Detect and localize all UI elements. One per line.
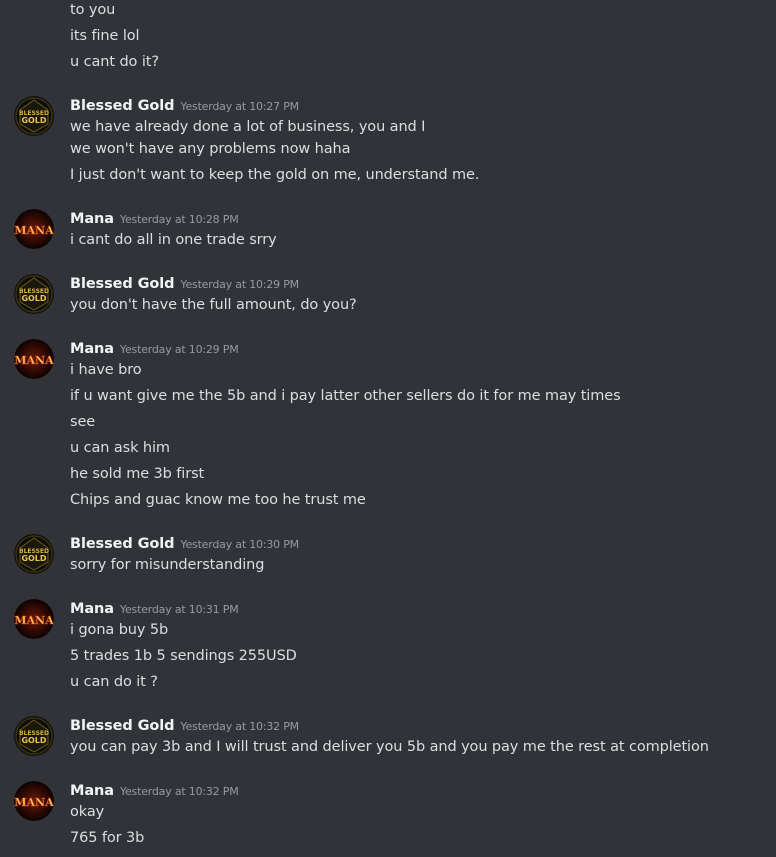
message-line: if u want give me the 5b and i pay latte… — [70, 388, 621, 404]
message-line: sorry for misunderstanding — [70, 557, 265, 573]
avatar-mana[interactable]: MANA — [14, 781, 54, 821]
message-line: okay — [70, 804, 105, 820]
message-line: see — [70, 414, 96, 430]
author-name[interactable]: Mana — [70, 783, 114, 799]
message-line: we won't have any problems now haha — [70, 141, 351, 157]
avatar-text: MANA — [14, 354, 54, 367]
message-line: 765 for 3b — [70, 830, 145, 846]
message-list: to you its fine lol u cant do it? BLESSE… — [0, 0, 776, 857]
message-timestamp[interactable]: Yesterday at 10:31 PM — [120, 603, 239, 616]
message-timestamp[interactable]: Yesterday at 10:28 PM — [120, 213, 239, 226]
message-line: i have bro — [70, 362, 142, 378]
avatar-text: GOLD — [21, 554, 46, 563]
message-header: Mana Yesterday at 10:28 PM — [70, 208, 239, 230]
avatar-mana[interactable]: MANA — [14, 599, 54, 639]
avatar-text: MANA — [14, 796, 54, 809]
avatar-text: MANA — [14, 614, 54, 627]
message-line: you don't have the full amount, do you? — [70, 297, 357, 313]
avatar-text: GOLD — [21, 736, 46, 745]
author-name[interactable]: Mana — [70, 601, 114, 617]
avatar-blessed-gold[interactable]: BLESSED GOLD — [14, 534, 54, 574]
avatar-blessed-gold[interactable]: BLESSED GOLD — [14, 274, 54, 314]
message-line: you can pay 3b and I will trust and deli… — [70, 739, 709, 755]
message-timestamp[interactable]: Yesterday at 10:32 PM — [180, 720, 299, 733]
message-header: Mana Yesterday at 10:32 PM — [70, 780, 239, 802]
message-line: its fine lol — [70, 28, 140, 44]
message-header: Blessed Gold Yesterday at 10:29 PM — [70, 273, 299, 295]
author-name[interactable]: Blessed Gold — [70, 98, 175, 114]
message-line: 5 trades 1b 5 sendings 255USD — [70, 648, 297, 664]
avatar-blessed-gold[interactable]: BLESSED GOLD — [14, 96, 54, 136]
message-line: Chips and guac know me too he trust me — [70, 492, 366, 508]
message-timestamp[interactable]: Yesterday at 10:30 PM — [180, 538, 299, 551]
author-name[interactable]: Blessed Gold — [70, 718, 175, 734]
message-header: Blessed Gold Yesterday at 10:30 PM — [70, 533, 299, 555]
message-timestamp[interactable]: Yesterday at 10:32 PM — [120, 785, 239, 798]
avatar-blessed-gold[interactable]: BLESSED GOLD — [14, 716, 54, 756]
message-line: we have already done a lot of business, … — [70, 119, 426, 135]
message-timestamp[interactable]: Yesterday at 10:27 PM — [180, 100, 299, 113]
message-line: i cant do all in one trade srry — [70, 232, 277, 248]
message-line: u can ask him — [70, 440, 170, 456]
avatar-text: GOLD — [21, 294, 46, 303]
message-line: u cant do it? — [70, 54, 159, 70]
message-timestamp[interactable]: Yesterday at 10:29 PM — [180, 278, 299, 291]
author-name[interactable]: Blessed Gold — [70, 536, 175, 552]
message-line: he sold me 3b first — [70, 466, 205, 482]
message-header: Blessed Gold Yesterday at 10:32 PM — [70, 715, 299, 737]
avatar-mana[interactable]: MANA — [14, 339, 54, 379]
message-line: I just don't want to keep the gold on me… — [70, 167, 480, 183]
message-line: u can do it ? — [70, 674, 158, 690]
message-line: i gona buy 5b — [70, 622, 169, 638]
message-header: Blessed Gold Yesterday at 10:27 PM — [70, 95, 299, 117]
author-name[interactable]: Mana — [70, 341, 114, 357]
message-line: to you — [70, 2, 116, 18]
author-name[interactable]: Blessed Gold — [70, 276, 175, 292]
avatar-text: MANA — [14, 224, 54, 237]
message-header: Mana Yesterday at 10:31 PM — [70, 598, 239, 620]
message-header: Mana Yesterday at 10:29 PM — [70, 338, 239, 360]
author-name[interactable]: Mana — [70, 211, 114, 227]
avatar-text: GOLD — [21, 116, 46, 125]
avatar-mana[interactable]: MANA — [14, 209, 54, 249]
message-timestamp[interactable]: Yesterday at 10:29 PM — [120, 343, 239, 356]
